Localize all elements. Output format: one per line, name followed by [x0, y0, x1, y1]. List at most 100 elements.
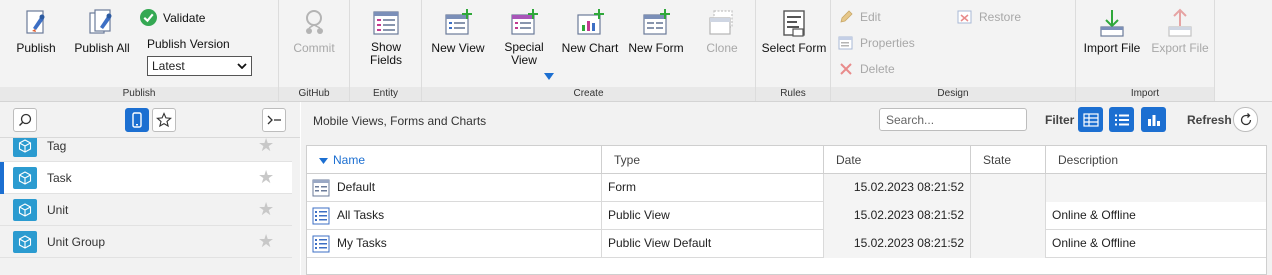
refresh-label: Refresh	[1187, 113, 1232, 127]
entity-cube-icon	[13, 166, 37, 189]
star-icon[interactable]: ★	[258, 199, 274, 220]
page-title: Mobile Views, Forms and Charts	[313, 114, 487, 128]
delete-label: Delete	[860, 62, 895, 76]
list-item[interactable]: Tag ★	[0, 138, 292, 162]
table-row[interactable]: Default Form 15.02.2023 08:21:52	[307, 174, 1266, 202]
properties-button[interactable]: Properties	[838, 35, 915, 51]
list-item-label: Task	[47, 170, 72, 185]
star-icon[interactable]: ★	[258, 167, 274, 188]
special-view-button[interactable]: Special View	[496, 8, 552, 67]
column-header-type[interactable]: Type	[602, 146, 824, 174]
commit-button[interactable]: Commit	[287, 8, 341, 55]
cell-description: Online & Offline	[1052, 236, 1136, 250]
column-header-description[interactable]: Description	[1046, 146, 1266, 174]
publish-version-label: Publish Version	[147, 37, 230, 51]
cell-type: Form	[602, 174, 824, 202]
publish-all-button[interactable]: Publish All	[70, 8, 134, 55]
filter-details-button[interactable]	[1078, 107, 1103, 132]
new-chart-label: New Chart	[561, 41, 619, 55]
select-form-icon	[783, 10, 805, 37]
star-icon[interactable]: ★	[258, 138, 274, 156]
restore-icon	[957, 10, 972, 24]
cell-date: 15.02.2023 08:21:52	[824, 230, 971, 258]
cell-name: Default	[307, 174, 602, 202]
new-view-icon	[445, 9, 472, 35]
import-icon	[1100, 10, 1124, 37]
filter-list-button[interactable]	[1109, 107, 1134, 132]
mobile-filter-button[interactable]	[125, 108, 149, 132]
column-header-date[interactable]: Date	[824, 146, 971, 174]
export-icon	[1168, 8, 1192, 37]
cell-date: 15.02.2023 08:21:52	[824, 202, 971, 230]
view-icon	[312, 235, 330, 253]
details-list-icon	[1082, 112, 1099, 127]
filter-charts-button[interactable]	[1141, 107, 1166, 132]
cell-description: Online & Offline	[1052, 208, 1136, 222]
column-header-name[interactable]: Name	[307, 146, 602, 174]
column-header-label: State	[983, 153, 1012, 167]
entity-group: Show Fields Entity	[350, 0, 422, 101]
list-item[interactable]: Task ★	[0, 162, 292, 194]
publish-group: Publish Publish All Validate Publish Ver…	[0, 0, 279, 101]
row-name: All Tasks	[337, 208, 385, 222]
bullet-list-icon	[1114, 114, 1129, 125]
design-group-label: Design	[831, 87, 1075, 101]
publish-version-select[interactable]: Latest	[147, 56, 252, 76]
special-view-dropdown-icon[interactable]	[544, 73, 554, 80]
sidebar-search-button[interactable]	[13, 108, 37, 132]
delete-x-icon	[840, 63, 852, 75]
new-form-button[interactable]: New Form	[626, 8, 686, 55]
column-header-state[interactable]: State	[971, 146, 1046, 174]
row-name: Default	[337, 180, 376, 194]
collapse-sidebar-button[interactable]	[262, 108, 286, 132]
import-file-button[interactable]: Import File	[1080, 8, 1144, 55]
form-icon	[312, 179, 330, 197]
validate-button[interactable]: Validate	[140, 9, 205, 26]
view-icon	[312, 207, 330, 225]
show-fields-button[interactable]: Show Fields	[358, 8, 414, 67]
selection-indicator	[0, 162, 4, 194]
publish-button[interactable]: Publish	[10, 8, 62, 55]
table-row[interactable]: My Tasks Public View Default 15.02.2023 …	[307, 230, 1266, 258]
validate-label: Validate	[163, 10, 206, 25]
commit-label: Commit	[293, 41, 335, 55]
star-icon[interactable]: ★	[258, 231, 274, 252]
refresh-button[interactable]	[1233, 107, 1258, 132]
entity-cube-icon	[13, 198, 37, 221]
mobile-phone-icon	[132, 112, 142, 128]
column-header-label: Name	[333, 153, 366, 167]
cell-type: Public View Default	[602, 230, 824, 258]
cell-name: All Tasks	[307, 202, 602, 230]
publish-icon	[26, 10, 45, 34]
sidebar-scrollbar[interactable]	[292, 138, 300, 275]
rules-group-label: Rules	[756, 87, 830, 101]
refresh-icon	[1240, 112, 1251, 125]
github-group: Commit GitHub	[279, 0, 350, 101]
list-item[interactable]: Unit ★	[0, 194, 292, 226]
select-form-button[interactable]: Select Form	[760, 8, 828, 55]
entity-cube-icon	[13, 230, 37, 253]
clone-icon	[709, 10, 733, 35]
new-chart-button[interactable]: New Chart	[560, 8, 620, 55]
favorites-filter-button[interactable]	[152, 108, 176, 132]
search-input[interactable]: Search...	[879, 108, 1027, 131]
entity-cube-icon	[13, 138, 37, 157]
edit-button[interactable]: Edit	[838, 9, 881, 25]
clone-label: Clone	[706, 41, 738, 55]
export-file-button[interactable]: Export File	[1148, 8, 1212, 55]
cell-state	[971, 174, 1046, 202]
publish-label: Publish	[16, 41, 56, 55]
sort-desc-icon	[319, 158, 328, 164]
new-view-button[interactable]: New View	[428, 8, 488, 55]
table-header: Name Type Date State Description	[307, 146, 1266, 174]
list-item-label: Unit Group	[47, 234, 106, 249]
cell-type: Public View	[602, 202, 824, 230]
table-row[interactable]: All Tasks Public View 15.02.2023 08:21:5…	[307, 202, 1266, 230]
entity-list: Tag ★ Task ★ Unit ★ Unit Group ★	[0, 138, 292, 275]
entity-group-label: Entity	[350, 87, 421, 101]
list-item[interactable]: Unit Group ★	[0, 226, 292, 258]
select-form-label: Select Form	[761, 41, 827, 55]
restore-button[interactable]: Restore	[957, 9, 1021, 25]
delete-button[interactable]: Delete	[838, 61, 895, 77]
clone-button[interactable]: Clone	[694, 8, 750, 55]
